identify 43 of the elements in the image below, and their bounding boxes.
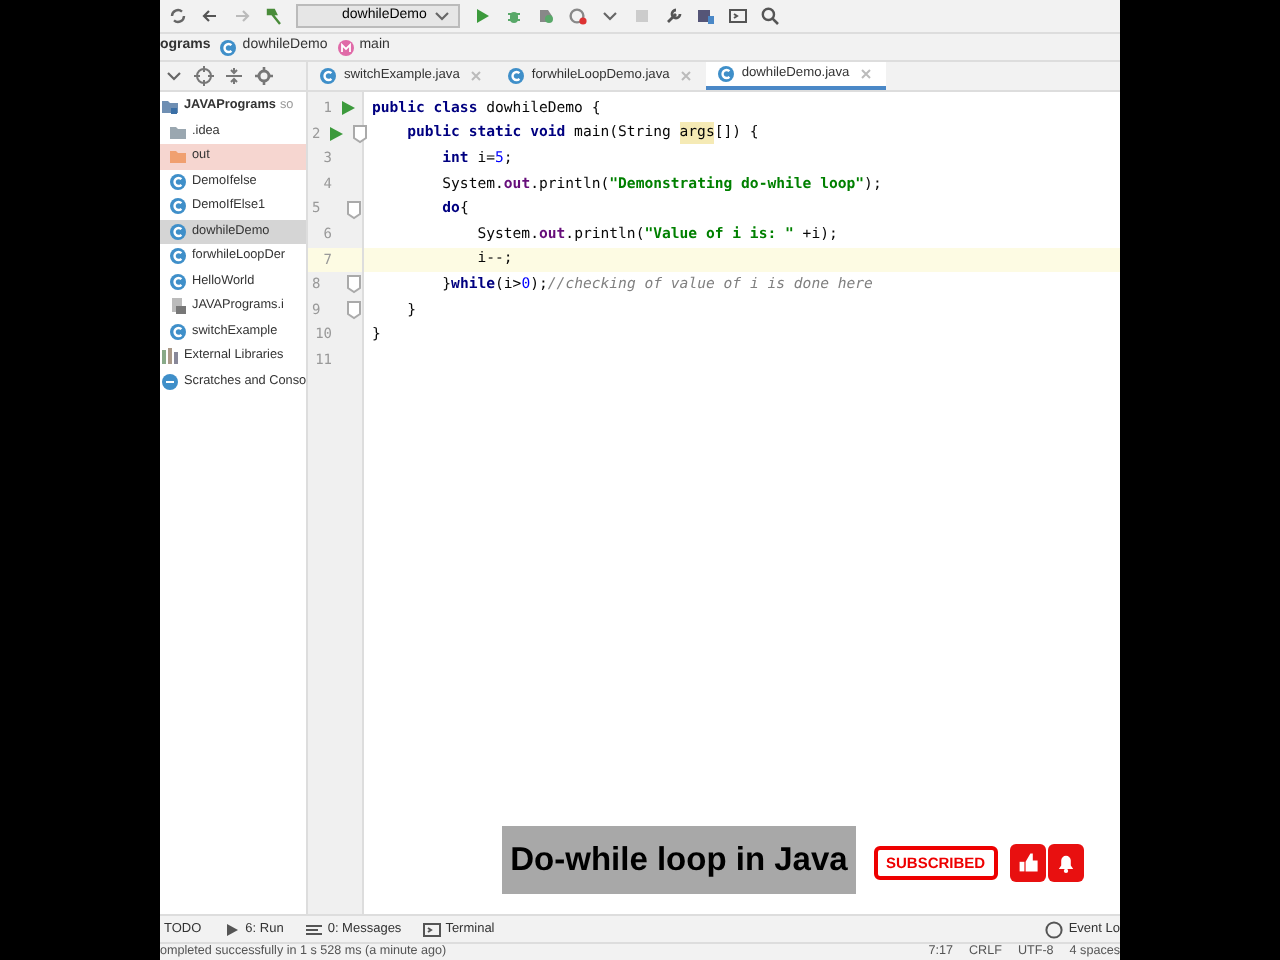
class-icon bbox=[218, 37, 239, 57]
settings-icon[interactable] bbox=[254, 66, 274, 86]
class-icon bbox=[168, 171, 188, 192]
terminal-icon[interactable] bbox=[728, 6, 749, 26]
caret-icon[interactable] bbox=[600, 6, 621, 26]
class-icon bbox=[168, 246, 188, 267]
caret-icon[interactable] bbox=[164, 66, 184, 86]
class-icon bbox=[168, 221, 188, 242]
library-icon bbox=[160, 346, 180, 367]
search-icon[interactable] bbox=[760, 6, 781, 26]
locate-icon[interactable] bbox=[194, 66, 214, 86]
file-icon bbox=[168, 296, 188, 317]
wrench-icon[interactable] bbox=[664, 6, 685, 26]
module-folder-icon bbox=[160, 96, 180, 117]
run-icon[interactable] bbox=[472, 6, 493, 26]
folder-icon bbox=[168, 146, 188, 167]
class-icon bbox=[168, 196, 188, 217]
fold-marker-icon[interactable] bbox=[350, 123, 371, 144]
sync-icon[interactable] bbox=[168, 6, 188, 26]
class-icon bbox=[505, 66, 526, 86]
video-caption: Do-while loop in Java bbox=[502, 826, 856, 894]
hammer-icon[interactable] bbox=[264, 6, 284, 26]
class-icon bbox=[168, 321, 188, 342]
bell-icon[interactable] bbox=[1048, 844, 1084, 882]
fold-marker-icon[interactable] bbox=[344, 199, 365, 220]
debug-icon[interactable] bbox=[504, 6, 525, 26]
fold-marker-icon[interactable] bbox=[344, 274, 365, 295]
run-gutter-icon[interactable] bbox=[326, 123, 347, 144]
class-icon bbox=[168, 271, 188, 292]
event-log-icon bbox=[1044, 919, 1065, 939]
run-gutter-icon[interactable] bbox=[338, 98, 358, 119]
class-icon bbox=[318, 66, 338, 86]
fold-marker-icon[interactable] bbox=[344, 300, 365, 321]
caret-icon bbox=[432, 6, 453, 26]
folder-icon bbox=[168, 121, 188, 142]
terminal-icon bbox=[421, 919, 442, 939]
collapse-icon[interactable] bbox=[224, 66, 244, 86]
thumbs-up-icon[interactable] bbox=[1010, 844, 1046, 882]
class-icon bbox=[715, 64, 736, 84]
back-arrow-icon[interactable] bbox=[200, 6, 220, 26]
messages-icon bbox=[303, 919, 324, 939]
close-icon[interactable] bbox=[855, 64, 876, 84]
method-icon bbox=[335, 37, 356, 57]
